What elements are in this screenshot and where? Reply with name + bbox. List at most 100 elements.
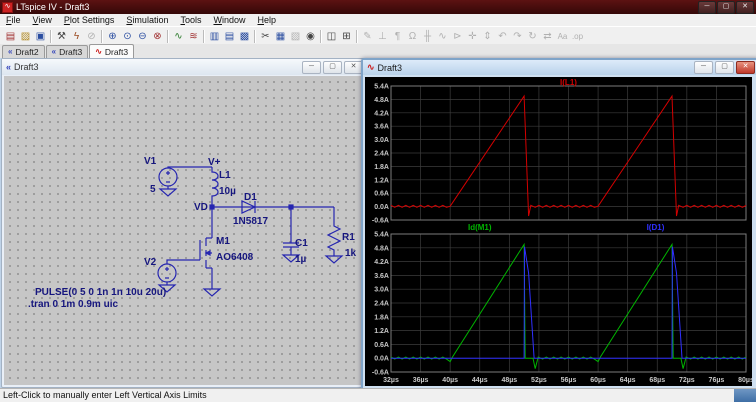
open-icon[interactable]: ▨ xyxy=(18,29,33,44)
schematic-window-titlebar[interactable]: « Draft3 ─ ▢ ✕ xyxy=(2,59,366,75)
waveform-minimize-button[interactable]: ─ xyxy=(694,61,713,74)
v1-label[interactable]: V1 xyxy=(144,156,157,167)
r1-value[interactable]: 1k xyxy=(345,248,357,259)
schematic-window[interactable]: « Draft3 ─ ▢ ✕ xyxy=(1,58,367,388)
y-tick-label: 0.6A xyxy=(374,191,389,198)
toolbar-separator xyxy=(320,30,322,43)
zoom-back-icon[interactable]: ⊗ xyxy=(150,29,165,44)
l1-value[interactable]: 10µ xyxy=(219,186,236,197)
y-tick-label: 1.2A xyxy=(374,328,389,335)
x-tick-label: 44µs xyxy=(472,377,488,384)
autorange-y-icon[interactable]: ∿ xyxy=(171,29,186,44)
vplus-net-label[interactable]: V+ xyxy=(208,157,221,168)
zoom-out-icon[interactable]: ⊖ xyxy=(135,29,150,44)
tile-vertical-icon[interactable]: ▥ xyxy=(207,29,222,44)
trace-label-I(L1)[interactable]: I(L1) xyxy=(560,78,577,87)
m1-value[interactable]: AO6408 xyxy=(216,252,254,263)
menu-item-file[interactable]: File xyxy=(0,14,27,26)
c1-value[interactable]: 1µ xyxy=(295,254,307,265)
y-tick-label: 2.4A xyxy=(374,151,389,158)
trace-label-I(D1)[interactable]: I(D1) xyxy=(647,223,665,232)
find-icon[interactable]: ◉ xyxy=(303,29,318,44)
copy-icon[interactable]: ▦ xyxy=(273,29,288,44)
wire[interactable] xyxy=(167,260,200,264)
menu-item-tools[interactable]: Tools xyxy=(174,14,207,26)
waveform-window-title: Draft3 xyxy=(378,63,403,73)
schematic-window-controls: ─ ▢ ✕ xyxy=(302,61,366,74)
zoom-in-icon[interactable]: ⊕ xyxy=(105,29,120,44)
y-tick-label: 0.6A xyxy=(374,342,389,349)
vd-net-label[interactable]: VD xyxy=(194,202,208,213)
titlebar[interactable]: ∿ LTspice IV - Draft3 ─ ▢ ✕ xyxy=(0,0,756,14)
schematic-icon: « xyxy=(8,46,12,58)
zoom-extents-icon[interactable]: ⊙ xyxy=(120,29,135,44)
print-icon[interactable]: ⊞ xyxy=(339,29,354,44)
tab-label: Draft3 xyxy=(105,46,128,58)
r1-resistor-symbol[interactable] xyxy=(328,207,340,256)
v1-source-symbol[interactable] xyxy=(159,168,177,186)
d1-label[interactable]: D1 xyxy=(244,192,257,203)
v2-source-symbol[interactable] xyxy=(158,264,176,282)
drag-icon: ⇕ xyxy=(480,29,495,44)
tran-directive[interactable]: .tran 0 1m 0.9m uic xyxy=(28,299,118,310)
waveform-close-button[interactable]: ✕ xyxy=(736,61,755,74)
rotate-icon: ↻ xyxy=(525,29,540,44)
resize-grip[interactable] xyxy=(734,389,756,402)
print-preview-icon[interactable]: ◫ xyxy=(324,29,339,44)
y-tick-label: -0.6A xyxy=(372,370,389,377)
v2-label[interactable]: V2 xyxy=(144,257,157,268)
control-panel-icon[interactable]: ⚒ xyxy=(54,29,69,44)
inductor-icon: ∿ xyxy=(435,29,450,44)
cut-icon[interactable]: ✂ xyxy=(258,29,273,44)
waveform-maximize-button[interactable]: ▢ xyxy=(715,61,734,74)
menu-item-view[interactable]: View xyxy=(27,14,58,26)
c1-label[interactable]: C1 xyxy=(295,238,308,249)
minimize-button[interactable]: ─ xyxy=(698,1,716,14)
plot-settings-icon[interactable]: ≋ xyxy=(186,29,201,44)
y-tick-label: 1.8A xyxy=(374,314,389,321)
waveform-pane[interactable]: 5.4A4.8A4.2A3.6A3.0A2.4A1.8A1.2A0.6A0.0A… xyxy=(365,77,752,386)
v1-value[interactable]: 5 xyxy=(150,184,156,195)
l1-inductor-symbol[interactable] xyxy=(212,167,218,207)
waveform-window[interactable]: ∿ Draft3 ─ ▢ ✕ 5.4A4.8A4.2A3.6A3.0A2.4A1… xyxy=(361,58,756,392)
schematic-maximize-button[interactable]: ▢ xyxy=(323,61,342,74)
y-tick-label: 3.6A xyxy=(374,273,389,280)
save-icon[interactable]: ▣ xyxy=(33,29,48,44)
schematic-canvas[interactable]: V1 5 V+ L1 10µ VD D1 1N5817 M1 AO6408 V2… xyxy=(4,76,364,385)
new-schematic-icon[interactable]: ▤ xyxy=(3,29,18,44)
run-icon[interactable]: ϟ xyxy=(69,29,84,44)
waveform-window-controls: ─ ▢ ✕ xyxy=(694,61,756,74)
schematic-minimize-button[interactable]: ─ xyxy=(302,61,321,74)
wire[interactable] xyxy=(168,167,212,168)
tab-draft3-waveform[interactable]: ∿Draft3 xyxy=(89,44,134,58)
tile-horizontal-icon[interactable]: ▤ xyxy=(222,29,237,44)
toolbar-separator xyxy=(167,30,169,43)
app-icon: ∿ xyxy=(2,2,13,13)
close-button[interactable]: ✕ xyxy=(736,1,754,14)
menu-item-simulation[interactable]: Simulation xyxy=(120,14,174,26)
wire-icon: ✎ xyxy=(360,29,375,44)
trace-label-Id(M1)[interactable]: Id(M1) xyxy=(468,223,492,232)
tab-label: Draft3 xyxy=(59,46,82,58)
y-tick-label: 0.0A xyxy=(374,356,389,363)
menu-item-help[interactable]: Help xyxy=(252,14,283,26)
ground-symbol xyxy=(326,256,342,263)
menu-item-plot-settings[interactable]: Plot Settings xyxy=(58,14,121,26)
m1-label[interactable]: M1 xyxy=(216,236,230,247)
r1-label[interactable]: R1 xyxy=(342,232,355,243)
x-tick-label: 60µs xyxy=(590,377,606,384)
waveform-window-titlebar[interactable]: ∿ Draft3 ─ ▢ ✕ xyxy=(363,60,756,75)
pulse-directive[interactable]: PULSE(0 5 0 1n 1n 10u 20u) xyxy=(35,287,166,298)
cascade-icon[interactable]: ▩ xyxy=(237,29,252,44)
l1-label[interactable]: L1 xyxy=(219,170,231,181)
tab-draft3-schematic[interactable]: «Draft3 xyxy=(46,45,89,58)
x-tick-label: 40µs xyxy=(442,377,458,384)
menu-item-window[interactable]: Window xyxy=(207,14,251,26)
mirror-icon: ⇄ xyxy=(540,29,555,44)
x-tick-label: 80µs xyxy=(738,377,752,384)
y-tick-label: 5.4A xyxy=(374,84,389,91)
y-tick-label: 4.2A xyxy=(374,110,389,117)
tab-draft2-schematic[interactable]: «Draft2 xyxy=(2,45,45,58)
d1-value[interactable]: 1N5817 xyxy=(233,216,268,227)
maximize-button[interactable]: ▢ xyxy=(717,1,735,14)
